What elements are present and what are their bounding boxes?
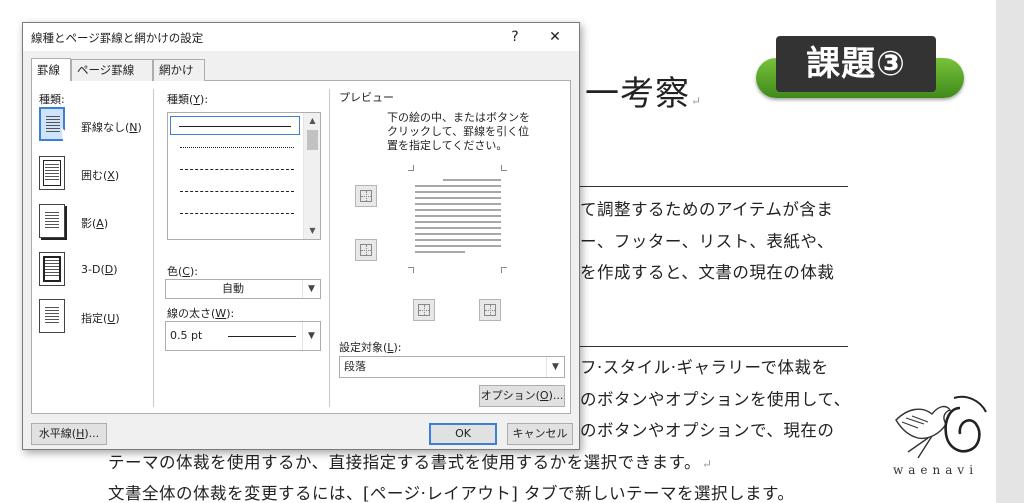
dialog-titlebar[interactable]: 線種とページ罫線と網かけの設定 ? ✕ — [23, 23, 579, 51]
right-border-icon — [484, 304, 496, 316]
line-style-solid[interactable] — [170, 116, 300, 135]
top-border-button[interactable] — [355, 185, 377, 207]
tab-page-border[interactable]: ページ罫線 — [71, 59, 153, 81]
ok-button[interactable]: OK — [429, 423, 497, 445]
task-badge: 課題③ — [776, 36, 936, 92]
scroll-thumb[interactable] — [307, 130, 318, 150]
document-text-line: のボタンやオプションを使用して、 — [580, 390, 851, 409]
setting-3d-label[interactable]: 3-D(D) — [81, 263, 118, 276]
apply-to-label: 設定対象(L): — [339, 341, 402, 354]
width-select[interactable]: 0.5 pt ▼ — [165, 321, 321, 351]
document-text-line: ー、フッター、リスト、表紙や、 — [580, 232, 834, 251]
borders-and-shading-dialog: 線種とページ罫線と網かけの設定 ? ✕ 罫線 ページ罫線 網かけ 種類: 罫線な… — [22, 22, 580, 450]
help-button[interactable]: ? — [501, 26, 529, 48]
line-style-dash-dot[interactable] — [172, 204, 302, 223]
setting-3d-icon[interactable] — [39, 252, 65, 286]
scroll-down-icon[interactable]: ▼ — [304, 223, 320, 239]
tab-borders[interactable]: 罫線 — [31, 58, 71, 81]
chevron-down-icon[interactable]: ▼ — [302, 322, 320, 350]
options-button[interactable]: オプション(O)... — [479, 385, 565, 407]
corner-mark — [501, 267, 507, 273]
setting-box-label[interactable]: 囲む(X) — [81, 167, 119, 183]
preview-instruction: 置を指定してください。 — [387, 139, 508, 152]
line-style-list[interactable]: ▲ ▼ — [167, 112, 321, 240]
apply-to-select[interactable]: 段落 ▼ — [339, 356, 565, 378]
setting-shadow-label[interactable]: 影(A) — [81, 215, 108, 231]
setting-shadow-icon[interactable] — [39, 204, 65, 238]
list-scrollbar[interactable]: ▲ ▼ — [303, 113, 320, 239]
document-rule — [580, 186, 848, 187]
document-text-line: 文書全体の体裁を変更するには、[ページ·レイアウト] タブで新しいテーマを選択し… — [108, 484, 795, 503]
divider — [153, 89, 154, 407]
chevron-down-icon[interactable]: ▼ — [546, 357, 564, 377]
tab-shading[interactable]: 網かけ — [153, 59, 205, 81]
document-rule — [580, 346, 848, 347]
color-select[interactable]: 自動 ▼ — [165, 279, 321, 299]
corner-mark — [501, 165, 507, 171]
inside-border-icon — [360, 244, 372, 256]
document-text-line: テーマの体裁を使用するか、直接指定する書式を使用するかを選択できます。↵ — [108, 453, 713, 472]
left-border-button[interactable] — [413, 299, 435, 321]
document-right-margin — [996, 0, 1024, 503]
scroll-up-icon[interactable]: ▲ — [304, 113, 320, 129]
width-label: 線の太さ(W): — [167, 307, 235, 320]
document-text-line: フ·スタイル·ギャラリーで体裁を — [580, 358, 829, 377]
setting-none-label[interactable]: 罫線なし(N) — [81, 119, 142, 135]
line-style-dotted[interactable] — [172, 138, 302, 157]
document-text-line: て調整するためのアイテムが含ま — [580, 200, 834, 219]
corner-mark — [408, 267, 414, 273]
left-border-icon — [418, 304, 430, 316]
close-button[interactable]: ✕ — [541, 26, 569, 48]
document-text-line: を作成すると、文書の現在の体裁 — [580, 263, 835, 282]
logo-text: waenavi — [893, 463, 979, 477]
chevron-down-icon[interactable]: ▼ — [302, 280, 320, 298]
color-value: 自動 — [222, 282, 244, 295]
horizontal-line-button[interactable]: 水平線(H)... — [31, 423, 107, 445]
width-value: 0.5 pt — [170, 329, 203, 342]
line-style-dash-small[interactable] — [172, 160, 302, 179]
inside-border-button[interactable] — [355, 239, 377, 261]
top-border-icon — [360, 190, 372, 202]
width-sample-line — [228, 336, 296, 337]
setting-custom-icon[interactable] — [39, 299, 65, 333]
right-border-button[interactable] — [479, 299, 501, 321]
setting-box-icon[interactable] — [39, 156, 65, 190]
dialog-title: 線種とページ罫線と網かけの設定 — [31, 31, 204, 45]
document-heading: 一考察↵ — [585, 74, 703, 114]
line-style-dash-large[interactable] — [172, 182, 302, 201]
divider — [329, 89, 330, 407]
cancel-button[interactable]: キャンセル — [507, 423, 573, 445]
preview-label: プレビュー — [339, 89, 398, 105]
corner-mark — [408, 165, 414, 171]
setting-label: 種類: — [39, 93, 65, 106]
setting-custom-label[interactable]: 指定(U) — [81, 310, 120, 326]
document-text-line: のボタンやオプションで、現在の — [580, 421, 835, 440]
apply-to-value: 段落 — [344, 360, 366, 373]
style-label: 種類(Y): — [167, 93, 209, 106]
color-label: 色(C): — [167, 265, 198, 278]
preview-area[interactable] — [415, 173, 501, 263]
